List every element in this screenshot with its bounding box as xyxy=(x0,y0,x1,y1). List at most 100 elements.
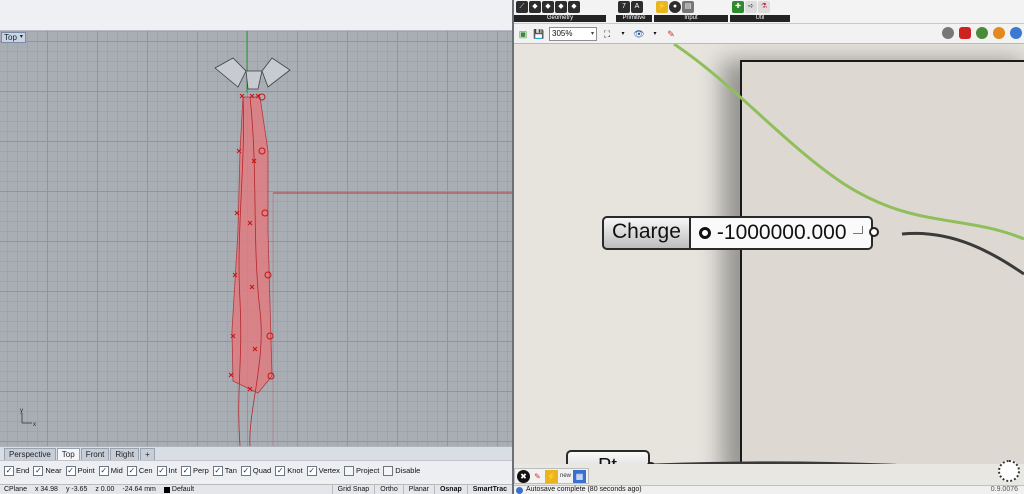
zoom-select[interactable]: 305% ▾ xyxy=(549,26,597,41)
osnap-cen[interactable]: ✓ Cen xyxy=(126,465,153,476)
lightning-icon[interactable]: ⚡ xyxy=(545,470,558,483)
osnap-vertex[interactable]: ✓ Vertex xyxy=(306,465,340,476)
pt-param[interactable]: Pt xyxy=(566,450,656,464)
osnap-disable[interactable]: Disable xyxy=(383,465,420,476)
new-icon[interactable]: new xyxy=(559,470,572,483)
autosave-message: Autosave complete (80 seconds ago) xyxy=(526,486,642,493)
chevron-down-icon[interactable]: ▾ xyxy=(617,28,629,40)
osnap-label: Perp xyxy=(192,466,209,475)
osnap-near[interactable]: ✓ Near xyxy=(33,465,62,476)
charge-output-wire[interactable] xyxy=(901,231,1024,276)
output-port[interactable] xyxy=(868,227,879,237)
preview-shaded-icon[interactable] xyxy=(959,27,971,39)
mesh-icon[interactable]: ◆ xyxy=(542,1,554,13)
osnap-label: Project xyxy=(355,466,380,475)
smarttrack-button[interactable]: SmartTrac xyxy=(466,485,512,494)
preview-eye-icon[interactable]: 👁 xyxy=(633,28,645,40)
osnap-project[interactable]: Project xyxy=(343,465,380,476)
tab-perspective[interactable]: Perspective xyxy=(4,448,56,460)
surface-icon[interactable]: ◆ xyxy=(529,1,541,13)
pen-icon[interactable]: ✎ xyxy=(531,470,544,483)
grid-snap-button[interactable]: Grid Snap xyxy=(331,485,375,494)
flask-icon[interactable]: ⚗ xyxy=(758,1,770,13)
tab-add-icon[interactable]: + xyxy=(140,448,155,460)
boolean-icon[interactable]: 7 xyxy=(618,1,630,13)
grasshopper-status-area: ✖ ✎ ⚡ new ▦ Autosave complete (80 second… xyxy=(514,460,1024,494)
close-icon[interactable]: ✖ xyxy=(517,470,530,483)
checkbox[interactable] xyxy=(383,465,394,476)
osnap-tan[interactable]: ✓ Tan xyxy=(212,465,237,476)
layer-color-swatch xyxy=(163,486,170,493)
grasshopper-window: ⟋ ◆ ◆ ◆ ◆ Geometry 7 A Primitive ⚡ ● ▤ I… xyxy=(514,0,1024,494)
green-wire xyxy=(673,44,1024,241)
osnap-point[interactable]: ✓ Point xyxy=(65,465,95,476)
panel-icon[interactable]: ▤ xyxy=(682,1,694,13)
osnap-quad[interactable]: ✓ Quad xyxy=(240,465,272,476)
tab-top[interactable]: Top xyxy=(56,448,80,460)
checkbox[interactable]: ✓ xyxy=(212,465,223,476)
layer-name: Default xyxy=(171,486,195,493)
toggle-icon[interactable]: ● xyxy=(669,1,681,13)
arrow-icon[interactable]: ➪ xyxy=(745,1,757,13)
info-icon xyxy=(516,486,523,494)
slider-icon[interactable]: ⚡ xyxy=(656,1,668,13)
ribbon-group-label: Input xyxy=(654,15,728,22)
brep-icon[interactable]: ◆ xyxy=(555,1,567,13)
viewport-title[interactable]: Top ▾ xyxy=(1,32,26,43)
grasshopper-canvas[interactable]: Charge -1000000.000 Pt xyxy=(514,44,1024,464)
checkbox[interactable] xyxy=(343,465,354,476)
osnap-knot[interactable]: ✓ Knot xyxy=(275,465,303,476)
autosave-status: Autosave complete (80 seconds ago) 0.9.0… xyxy=(514,485,1024,494)
preview-selected-icon[interactable] xyxy=(976,27,988,39)
tab-right[interactable]: Right xyxy=(110,448,140,460)
ribbon-group-label: Util xyxy=(730,15,790,22)
grid-icon[interactable]: ▦ xyxy=(573,470,586,483)
charge-node-body[interactable]: -1000000.000 xyxy=(690,216,879,250)
sketch-pen-icon[interactable]: ✎ xyxy=(665,28,677,40)
number-icon[interactable]: A xyxy=(631,1,643,13)
osnap-mid[interactable]: ✓ Mid xyxy=(98,465,123,476)
checkbox[interactable]: ✓ xyxy=(240,465,251,476)
osnap-end[interactable]: ✓ End xyxy=(4,465,29,476)
axis-icon-y-label: y xyxy=(20,408,23,414)
osnap-perp[interactable]: ✓ Perp xyxy=(180,465,209,476)
point-icon[interactable]: ◆ xyxy=(568,1,580,13)
osnap-label: Quad xyxy=(252,466,272,475)
status-icons: ✖ ✎ ⚡ new ▦ xyxy=(514,468,589,484)
osnap-label: Tan xyxy=(224,466,237,475)
ortho-button[interactable]: Ortho xyxy=(374,485,403,494)
planar-button[interactable]: Planar xyxy=(402,485,434,494)
collar-left xyxy=(214,57,247,88)
curve-icon[interactable]: ⟋ xyxy=(516,1,528,13)
osnap-label: Point xyxy=(77,466,95,475)
checkbox[interactable]: ✓ xyxy=(98,465,109,476)
cluster-icon[interactable]: ✚ xyxy=(732,1,744,13)
checkbox[interactable]: ✓ xyxy=(275,465,286,476)
checkbox[interactable]: ✓ xyxy=(306,465,317,476)
osnap-int[interactable]: ✓ Int xyxy=(156,465,177,476)
preview-wireframe-icon[interactable] xyxy=(942,27,954,39)
charge-number-param[interactable]: Charge -1000000.000 xyxy=(602,216,879,250)
checkbox[interactable]: ✓ xyxy=(180,465,191,476)
top-viewport[interactable]: y x Top ▾ xyxy=(0,31,512,446)
tab-front[interactable]: Front xyxy=(80,448,110,460)
checkbox[interactable]: ✓ xyxy=(126,465,137,476)
chevron-down-icon[interactable]: ▾ xyxy=(649,28,661,40)
axis-icon-x-label: x xyxy=(33,422,36,428)
checkbox[interactable]: ✓ xyxy=(4,465,14,476)
coord-y: y -3.65 xyxy=(65,486,88,493)
open-file-icon[interactable]: ▣ xyxy=(517,28,529,40)
display-quality-icon[interactable] xyxy=(1010,27,1022,39)
preview-mesh-icon[interactable] xyxy=(993,27,1005,39)
checkbox[interactable]: ✓ xyxy=(156,465,167,476)
zoom-extents-icon[interactable]: ⛶ xyxy=(601,28,613,40)
ribbon-group-label: Primitive xyxy=(616,15,652,22)
cplane-label[interactable]: CPlane xyxy=(0,485,31,494)
checkbox[interactable]: ✓ xyxy=(33,465,44,476)
save-icon[interactable]: 💾 xyxy=(533,28,545,40)
navigation-widget-icon[interactable] xyxy=(998,460,1020,482)
version-label: 0.9.0076 xyxy=(990,486,1018,493)
current-layer[interactable]: Default xyxy=(160,485,198,494)
checkbox[interactable]: ✓ xyxy=(65,465,76,476)
osnap-button[interactable]: Osnap xyxy=(433,485,467,494)
